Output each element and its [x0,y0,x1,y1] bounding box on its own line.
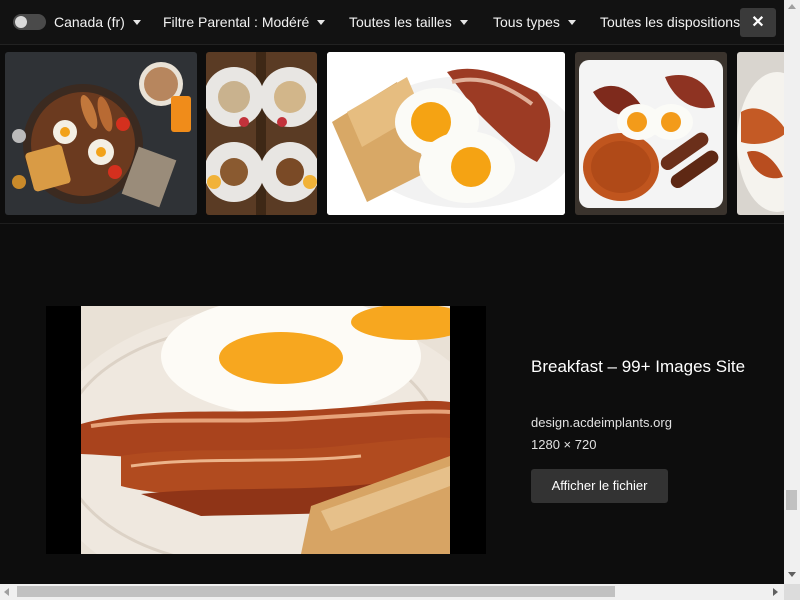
layout-label: Toutes les dispositions [600,14,741,30]
region-dropdown[interactable]: Canada (fr) [54,0,141,44]
parental-filter-label: Filtre Parental : Modéré [163,14,310,30]
scroll-down-icon[interactable] [788,572,796,577]
view-file-button[interactable]: Afficher le fichier [531,469,668,503]
vertical-scrollbar[interactable] [784,0,800,584]
chevron-down-icon [132,19,141,25]
horizontal-scrollbar[interactable] [0,584,784,600]
filter-bar: Canada (fr) Filtre Parental : Modéré Tou… [0,0,784,45]
eggs-bacon-toast-image [327,52,565,215]
thumbnail-5[interactable] [737,52,784,215]
close-icon: ✕ [751,14,765,31]
scroll-left-icon[interactable] [4,588,9,596]
layout-dropdown[interactable]: Toutes les dispositions [600,0,740,44]
thumbnail-strip [0,45,784,224]
thumbnail-1[interactable] [5,52,197,215]
thumbnail-3[interactable] [327,52,565,215]
source-domain[interactable]: design.acdeimplants.org [531,415,672,430]
thumbnail-4[interactable] [575,52,727,215]
parental-filter-dropdown[interactable]: Filtre Parental : Modéré [163,0,326,44]
type-dropdown[interactable]: Tous types [493,0,576,44]
region-label: Canada (fr) [54,14,125,30]
vertical-scroll-thumb[interactable] [786,490,797,510]
breakfast-plates-image [206,52,317,215]
toggle-knob [15,16,27,28]
bacon-eggs-image [737,52,784,215]
english-breakfast-image [575,52,727,215]
breakfast-skillet-image [5,52,197,215]
result-title[interactable]: Breakfast – 99+ Images Site [531,356,761,378]
preview-image[interactable] [46,306,486,554]
size-label: Toutes les tailles [349,14,452,30]
scrollbar-corner [784,584,800,600]
size-dropdown[interactable]: Toutes les tailles [349,0,468,44]
image-dimensions: 1280 × 720 [531,437,597,452]
scroll-up-icon[interactable] [788,4,796,9]
close-button[interactable]: ✕ [740,8,776,37]
safesearch-toggle[interactable] [13,14,46,30]
chevron-down-icon [567,19,576,25]
chevron-down-icon [317,19,326,25]
chevron-down-icon [459,19,468,25]
horizontal-scroll-thumb[interactable] [17,586,615,597]
scroll-right-icon[interactable] [773,588,778,596]
type-label: Tous types [493,14,560,30]
thumbnail-2[interactable] [206,52,317,215]
eggs-bacon-preview-image [81,306,450,554]
